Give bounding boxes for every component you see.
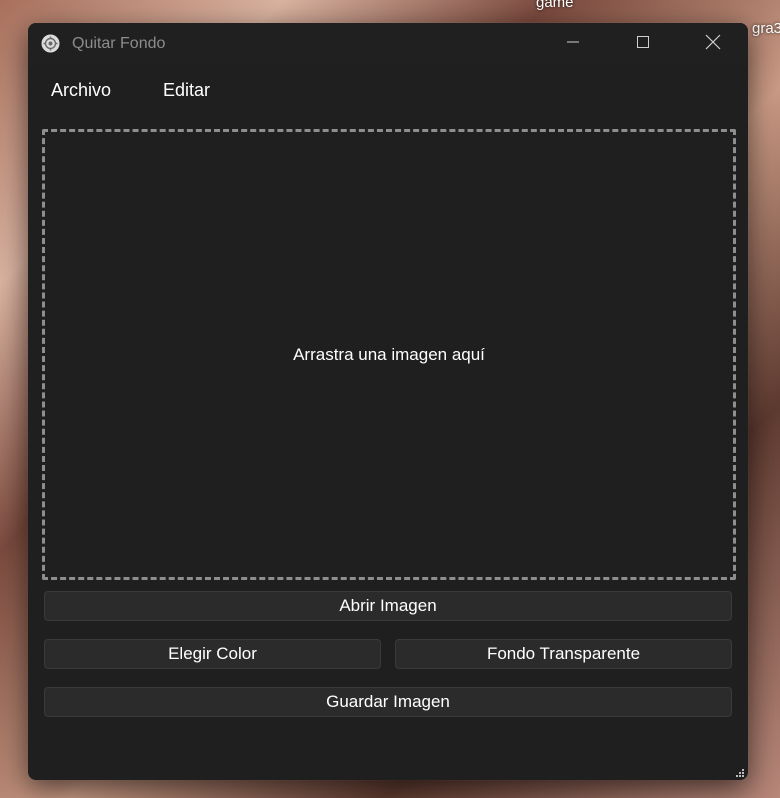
menu-archivo[interactable]: Archivo	[51, 80, 111, 101]
transparent-background-button[interactable]: Fondo Transparente	[395, 639, 732, 669]
window-title: Quitar Fondo	[72, 35, 166, 52]
title-bar[interactable]: Quitar Fondo	[28, 23, 748, 65]
open-image-button[interactable]: Abrir Imagen	[44, 591, 732, 621]
menu-editar[interactable]: Editar	[163, 80, 210, 101]
desktop-icon-label-game[interactable]: game	[536, 0, 574, 11]
close-icon	[705, 34, 721, 55]
desktop-icon-label-gra[interactable]: gra3	[752, 20, 780, 37]
save-image-button[interactable]: Guardar Imagen	[44, 687, 732, 717]
close-button[interactable]	[678, 23, 748, 65]
app-window: Quitar Fondo Archivo Editar Arrastra una…	[28, 23, 748, 780]
minimize-icon	[566, 35, 580, 54]
maximize-icon	[636, 35, 650, 54]
menu-bar: Archivo Editar	[28, 65, 748, 115]
choose-color-button[interactable]: Elegir Color	[44, 639, 381, 669]
image-drop-zone[interactable]: Arrastra una imagen aquí	[42, 129, 736, 580]
minimize-button[interactable]	[538, 23, 608, 65]
gear-icon	[41, 34, 60, 53]
maximize-button[interactable]	[608, 23, 678, 65]
resize-grip-icon[interactable]	[734, 766, 744, 777]
drop-zone-hint: Arrastra una imagen aquí	[293, 344, 485, 364]
